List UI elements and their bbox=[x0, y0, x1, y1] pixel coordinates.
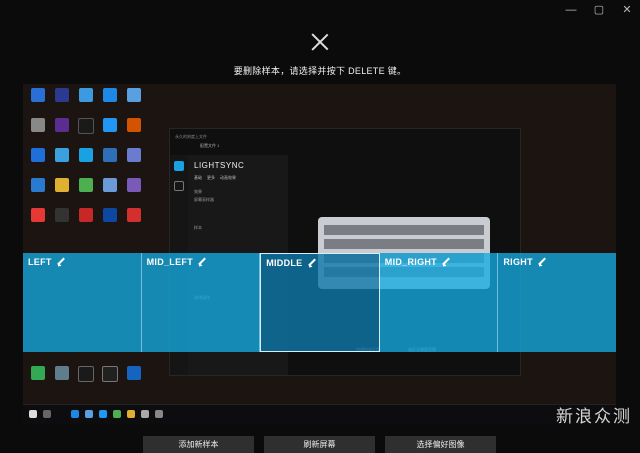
zone-label: LEFT bbox=[28, 257, 52, 267]
pencil-icon[interactable] bbox=[441, 257, 451, 267]
minimize-button[interactable]: — bbox=[564, 4, 578, 16]
desktop-icon bbox=[99, 118, 121, 132]
desktop-icon bbox=[99, 178, 121, 192]
desktop-icon bbox=[99, 88, 121, 102]
desktop-icon bbox=[123, 148, 145, 162]
app-title: 永久的刻度上文件 bbox=[175, 134, 207, 139]
pencil-icon[interactable] bbox=[537, 257, 547, 267]
instruction-text: 要删除样本，请选择并按下 DELETE 键。 bbox=[233, 66, 407, 76]
desktop-icon bbox=[51, 366, 73, 380]
desktop-icon bbox=[27, 88, 49, 102]
desktop-icon bbox=[123, 178, 145, 192]
pencil-icon[interactable] bbox=[56, 257, 66, 267]
zone-middle[interactable]: MIDDLE bbox=[260, 253, 380, 352]
desktop-icon bbox=[51, 148, 73, 162]
maximize-button[interactable]: ▢ bbox=[592, 4, 606, 16]
panel-tab: 动画效果 bbox=[220, 175, 236, 180]
zone-label: MID_LEFT bbox=[146, 257, 193, 267]
desktop-icon bbox=[123, 88, 145, 102]
panel-label: 效果 bbox=[194, 189, 202, 194]
desktop-icon bbox=[99, 148, 121, 162]
desktop-icon bbox=[51, 208, 73, 222]
close-icon[interactable] bbox=[310, 32, 330, 52]
taskbar-icon bbox=[43, 410, 51, 418]
desktop-icon bbox=[27, 208, 49, 222]
pencil-icon[interactable] bbox=[197, 257, 207, 267]
desktop-icon bbox=[123, 118, 145, 132]
choose-image-button[interactable]: 选择偏好图像 bbox=[385, 436, 496, 453]
desktop-icon bbox=[75, 118, 97, 134]
zone-label: MID_RIGHT bbox=[384, 257, 437, 267]
sample-zones: LEFT MID_LEFT MIDDLE MID_RIGHT RIGHT bbox=[23, 253, 616, 352]
panel-title: LIGHTSYNC bbox=[194, 161, 245, 170]
window-close-button[interactable]: ✕ bbox=[620, 4, 634, 16]
add-sample-button[interactable]: 添加新样本 bbox=[143, 436, 254, 453]
panel-label: 样本 bbox=[194, 225, 202, 230]
desktop-icon bbox=[75, 148, 97, 162]
desktop-icon bbox=[75, 208, 97, 222]
zone-right[interactable]: RIGHT bbox=[498, 253, 616, 352]
desktop-icon bbox=[123, 208, 145, 222]
desktop-icon bbox=[51, 88, 73, 102]
panel-tab: 更多 bbox=[207, 175, 215, 180]
desktop-icon bbox=[123, 366, 145, 380]
zone-left[interactable]: LEFT bbox=[23, 253, 142, 352]
assignments-icon bbox=[174, 181, 184, 191]
refresh-screen-button[interactable]: 刷新屏幕 bbox=[264, 436, 375, 453]
taskbar-icon bbox=[99, 410, 107, 418]
taskbar-icon bbox=[71, 410, 79, 418]
lightsync-icon bbox=[174, 161, 184, 171]
zone-label: RIGHT bbox=[503, 257, 533, 267]
desktop-icon bbox=[99, 366, 121, 382]
taskbar-icon bbox=[113, 410, 121, 418]
taskbar-icon bbox=[127, 410, 135, 418]
taskbar-icon bbox=[141, 410, 149, 418]
pencil-icon[interactable] bbox=[307, 258, 317, 268]
start-icon bbox=[29, 410, 37, 418]
desktop-icon bbox=[75, 88, 97, 102]
desktop-icon bbox=[27, 366, 49, 380]
desktop-icon bbox=[99, 208, 121, 222]
taskbar-icon bbox=[85, 410, 93, 418]
desktop-icon bbox=[75, 178, 97, 192]
desktop-icon bbox=[27, 178, 49, 192]
desktop-icon bbox=[27, 148, 49, 162]
panel-tab: 基础 bbox=[194, 175, 202, 180]
app-profile: 配置文件 1 bbox=[200, 143, 220, 148]
watermark-text: 新浪众测 bbox=[556, 407, 632, 427]
desktop-icon bbox=[27, 118, 49, 132]
window-controls: — ▢ ✕ bbox=[564, 4, 634, 16]
desktop-icon bbox=[51, 178, 73, 192]
taskbar bbox=[23, 404, 616, 424]
desktop-icon bbox=[75, 366, 97, 382]
zone-mid-left[interactable]: MID_LEFT bbox=[141, 253, 261, 352]
panel-label: 屏幕采样器 bbox=[194, 197, 214, 202]
desktop-icon bbox=[51, 118, 73, 132]
taskbar-icon bbox=[155, 410, 163, 418]
zone-label: MIDDLE bbox=[266, 258, 303, 268]
zone-mid-right[interactable]: MID_RIGHT bbox=[379, 253, 499, 352]
panel-tabs: 基础 更多 动画效果 bbox=[194, 175, 236, 181]
